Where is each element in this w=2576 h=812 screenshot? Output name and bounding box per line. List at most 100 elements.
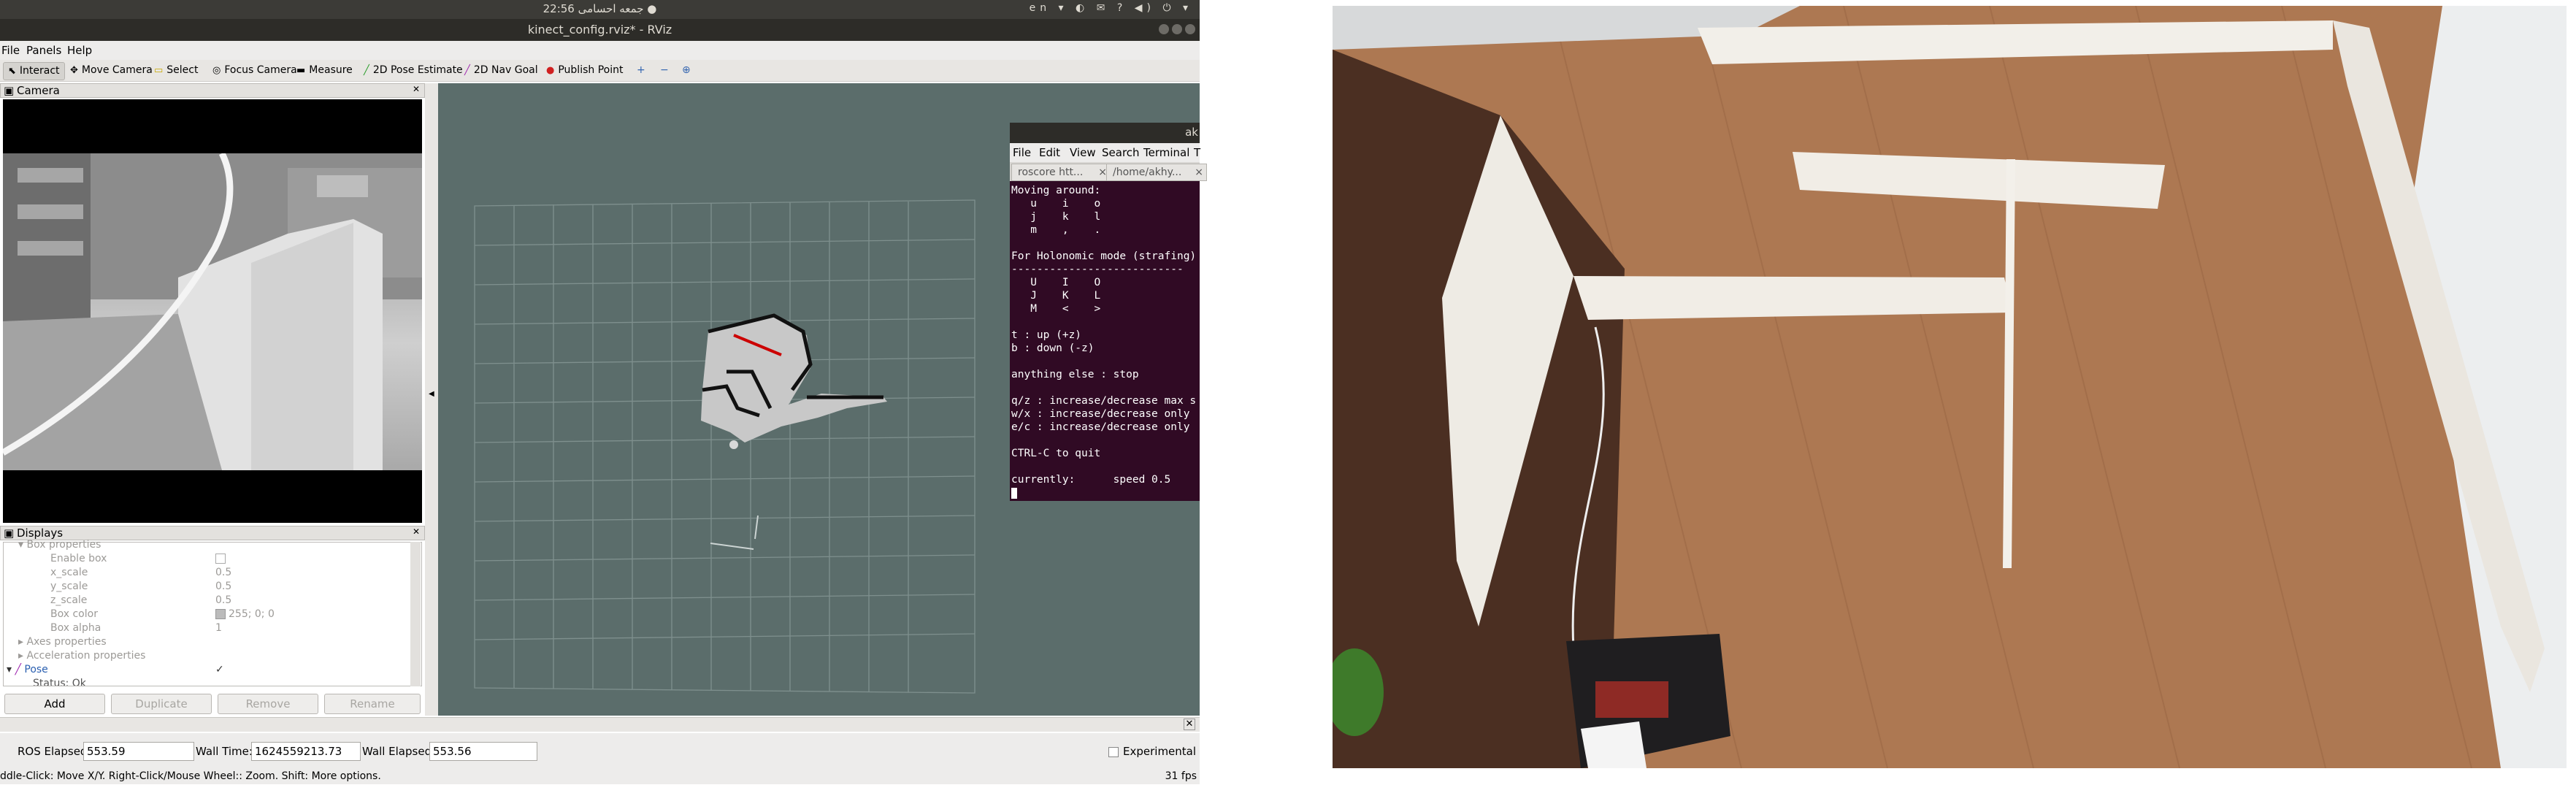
remove-display-button[interactable]: Remove (218, 694, 318, 714)
terminal-menu-tabs[interactable]: T (1194, 146, 1200, 159)
tree-row-pose[interactable]: ▾ ╱ Pose (7, 663, 48, 677)
tree-row-box-color: Box color (50, 608, 98, 620)
menu-panels[interactable]: Panels (26, 44, 61, 57)
terminal-line: U I O (1011, 277, 1101, 288)
status-hint-bar: ddle-Click: Move X/Y. Right-Click/Mouse … (0, 770, 1200, 784)
move-icon: ✥ (70, 65, 78, 76)
publish-point-tool[interactable]: ● Publish Point (542, 62, 627, 79)
system-top-bar: جمعه احسامی 22:56 ● en ▾ ◐ ✉ ? ◀) ⏻ ▾ (0, 0, 1200, 19)
collapse-arrow-icon[interactable]: ◀ (429, 390, 434, 398)
expand-arrow-icon[interactable]: ▾ (7, 664, 15, 675)
minimize-icon[interactable] (1159, 24, 1169, 34)
terminal-titlebar: ak (1010, 123, 1200, 143)
box-color-value[interactable]: 255; 0; 0 (215, 608, 275, 621)
ros-elapsed-field[interactable]: 553.59 (83, 742, 194, 761)
expand-arrow-icon[interactable]: ▸ (18, 636, 26, 648)
expand-arrow-icon[interactable]: ▾ (18, 539, 26, 551)
ruler-icon: ▬ (296, 65, 306, 76)
experimental-checkbox[interactable]: Experimental (1108, 745, 1196, 758)
close-tab-icon[interactable]: × (1195, 164, 1203, 180)
system-clock[interactable]: جمعه احسامی 22:56 ● (0, 2, 1200, 15)
maze-photo (1333, 6, 2567, 768)
terminal-output[interactable]: Moving around: u i o j k l m , . For Hol… (1011, 184, 1200, 499)
rviz-toolbar: ⬉ Interact ✥ Move Camera ▭ Select ◎ Focus Ca… (0, 60, 1200, 82)
map-pin-icon: ● (546, 65, 555, 76)
terminal-line: m , . (1011, 224, 1101, 236)
tree-row-enable-box: Enable box (50, 553, 107, 564)
x-scale-value[interactable]: 0.5 (215, 566, 231, 580)
z-scale-value[interactable]: 0.5 (215, 594, 231, 608)
close-time-panel-icon[interactable]: ✕ (1184, 719, 1195, 730)
displays-tree[interactable]: ▾ Box properties Enable box x_scale 0.5 … (3, 539, 422, 686)
system-tray[interactable]: en ▾ ◐ ✉ ? ◀) ⏻ ▾ (1030, 2, 1192, 14)
terminal-menu-search[interactable]: Search (1102, 146, 1140, 159)
terminal-title: ak (1185, 126, 1198, 139)
camera-panel-header: ▣ Camera ✕ (0, 83, 425, 98)
nav-goal-tool[interactable]: ╱ 2D Nav Goal (460, 62, 543, 79)
move-camera-tool[interactable]: ✥ Move Camera (66, 62, 157, 79)
camera-panel-icon: ▣ (4, 84, 15, 97)
terminal-line: currently: speed 0.5 (1011, 474, 1171, 486)
terminal-menu-terminal[interactable]: Terminal (1143, 146, 1189, 159)
terminal-menu-edit[interactable]: Edit (1039, 146, 1060, 159)
tray-icons[interactable]: ◐ ✉ ? ◀) ⏻ ▾ (1076, 2, 1192, 14)
wall-elapsed-field[interactable]: 553.56 (429, 742, 537, 761)
remove-tool-button[interactable]: − (656, 62, 673, 79)
close-icon[interactable] (1185, 24, 1195, 34)
panel-splitter[interactable]: ◀ (425, 83, 438, 716)
displays-scrollbar[interactable] (410, 542, 421, 686)
y-scale-value[interactable]: 0.5 (215, 580, 231, 594)
wall-time-field[interactable]: 1624559213.73 (251, 742, 361, 761)
measure-tool[interactable]: ▬ Measure (292, 62, 357, 79)
terminal-tab-home[interactable]: /home/akhy... × (1106, 164, 1207, 181)
add-tool-button[interactable]: + (632, 62, 650, 79)
pose-estimate-tool[interactable]: ╱ 2D Pose Estimate (359, 62, 467, 79)
displays-buttons: Add Duplicate Remove Rename (3, 694, 422, 714)
menu-file[interactable]: File (1, 44, 20, 57)
tree-row-y-scale: y_scale (50, 581, 88, 592)
terminal-tabs: roscore htt... × /home/akhy... × (1010, 162, 1207, 181)
wall-time-label: Wall Time: (196, 745, 253, 758)
rename-display-button[interactable]: Rename (324, 694, 421, 714)
select-tool[interactable]: ▭ Select (150, 62, 203, 79)
enable-box-checkbox[interactable] (215, 552, 226, 566)
terminal-menu-file[interactable]: File (1013, 146, 1031, 159)
tree-row-box-alpha: Box alpha (50, 622, 101, 634)
tree-row-z-scale: z_scale (50, 594, 88, 606)
focus-camera-tool[interactable]: ◎ Focus Camera (208, 62, 302, 79)
expand-arrow-icon[interactable]: ▸ (18, 650, 26, 662)
window-title: kinect_config.rviz* - RViz (527, 23, 672, 37)
grid (474, 199, 975, 694)
close-displays-panel-icon[interactable]: ✕ (413, 526, 420, 537)
color-swatch (215, 609, 226, 619)
time-panel: ROS Elapsed: 553.59 Wall Time: 162455921… (0, 733, 1200, 770)
tree-row-box-properties[interactable]: ▾ Box properties (18, 538, 101, 552)
tree-row-axes-properties[interactable]: ▸ Axes properties (18, 635, 107, 649)
fps-counter: 31 fps (1165, 770, 1197, 782)
terminal-line: j k l (1011, 211, 1101, 223)
terminal-line: e/c : increase/decrease only (1011, 421, 1190, 433)
pose-enabled-checkbox[interactable]: ✓ (215, 663, 224, 677)
close-camera-panel-icon[interactable]: ✕ (413, 84, 420, 94)
focus-icon: ◎ (212, 65, 221, 76)
menu-help[interactable]: Help (67, 44, 92, 57)
language-indicator[interactable]: en ▾ (1030, 2, 1068, 14)
terminal-line: --------------------------- (1011, 264, 1184, 275)
terminal-line: J K L (1011, 290, 1101, 302)
tree-row-acceleration-properties[interactable]: ▸ Acceleration properties (18, 649, 145, 663)
box-alpha-value[interactable]: 1 (215, 621, 222, 635)
tool-properties-button[interactable]: ⊕ (678, 62, 695, 79)
duplicate-display-button[interactable]: Duplicate (111, 694, 212, 714)
tree-row-x-scale: x_scale (50, 567, 88, 578)
tree-row-status: Status: Ok (33, 678, 86, 686)
interact-tool[interactable]: ⬉ Interact (3, 62, 65, 80)
add-display-button[interactable]: Add (4, 694, 105, 714)
terminal-menu-view[interactable]: View (1070, 146, 1096, 159)
select-icon: ▭ (154, 65, 164, 76)
terminal-tab-roscore[interactable]: roscore htt... × (1011, 164, 1111, 181)
maximize-icon[interactable] (1172, 24, 1182, 34)
